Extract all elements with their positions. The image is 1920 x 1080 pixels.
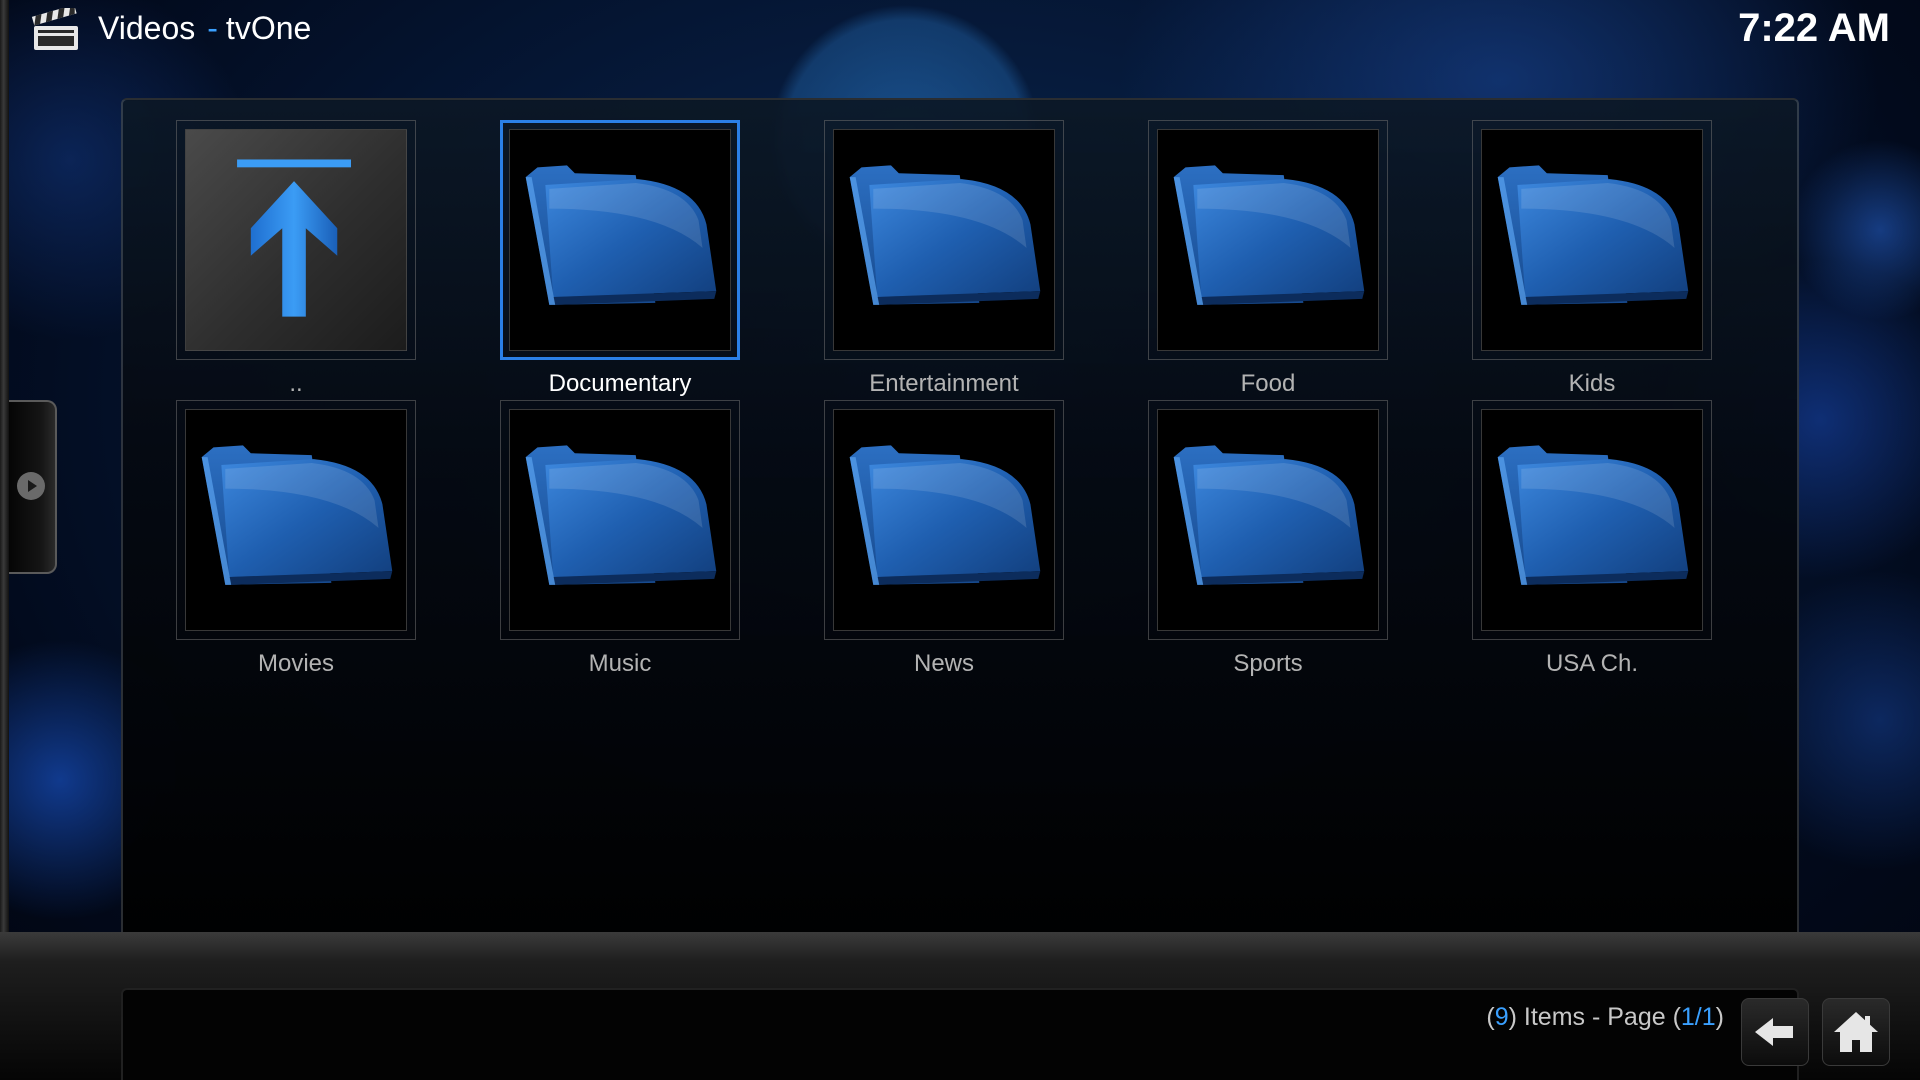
item-thumbnail-inner [833, 129, 1055, 351]
breadcrumb: Videos - tvOne [98, 10, 311, 47]
left-edge-bar [0, 0, 9, 1080]
folder-icon [1497, 445, 1689, 585]
grid-item-parent-folder[interactable]: .. [176, 120, 416, 400]
item-label: Kids [1568, 370, 1616, 397]
clock: 7:22 AM [1738, 6, 1890, 50]
grid-item-folder-usa-ch[interactable]: USA Ch. [1472, 400, 1712, 680]
grid-item-folder-documentary[interactable]: Documentary [500, 120, 740, 400]
item-count-status: (9) Items - Page (1/1) [1486, 1003, 1724, 1032]
header: Videos - tvOne 7:22 AM [0, 0, 1920, 64]
folder-icon [1173, 165, 1365, 305]
grid-item-folder-food[interactable]: Food [1148, 120, 1388, 400]
back-button[interactable] [1741, 998, 1809, 1066]
item-thumbnail [1148, 120, 1388, 360]
item-thumbnail [824, 400, 1064, 640]
item-label: Music [588, 650, 652, 677]
item-thumbnail [824, 120, 1064, 360]
grid-item-folder-entertainment[interactable]: Entertainment [824, 120, 1064, 400]
clapperboard-icon [31, 8, 78, 50]
item-label: .. [289, 370, 303, 397]
status-items-page-text: ) Items - Page ( [1508, 1003, 1681, 1031]
folder-icon [1173, 445, 1365, 585]
item-thumbnail-inner [509, 129, 731, 351]
status-paren-close: ) [1715, 1003, 1724, 1031]
item-label: Documentary [548, 370, 692, 397]
item-thumbnail [1472, 120, 1712, 360]
side-menu-arrow-icon [17, 472, 45, 500]
item-thumbnail-inner [1157, 129, 1379, 351]
item-label: USA Ch. [1545, 650, 1639, 677]
item-label: Sports [1233, 650, 1303, 677]
folder-icon [525, 165, 717, 305]
home-icon [1834, 1012, 1878, 1052]
grid-item-folder-kids[interactable]: Kids [1472, 120, 1712, 400]
folder-icon [201, 445, 393, 585]
item-thumbnail [1472, 400, 1712, 640]
folder-icon [1497, 165, 1689, 305]
grid-item-folder-news[interactable]: News [824, 400, 1064, 680]
item-label: Movies [257, 650, 335, 677]
item-label: Entertainment [869, 370, 1019, 397]
kodi-video-browser: Videos - tvOne 7:22 AM .. Documentary Entert… [0, 0, 1920, 1080]
item-thumbnail [176, 400, 416, 640]
back-arrow-icon [1755, 1018, 1793, 1046]
breadcrumb-separator: - [207, 10, 218, 46]
item-count: 9 [1494, 1003, 1509, 1031]
footer-panel [121, 988, 1799, 1080]
item-thumbnail-inner [509, 409, 731, 631]
folder-icon [525, 445, 717, 585]
breadcrumb-source: tvOne [225, 10, 312, 46]
status-paren-open: ( [1486, 1003, 1495, 1031]
page-indicator: 1/1 [1680, 1003, 1716, 1031]
grid-item-folder-music[interactable]: Music [500, 400, 740, 680]
folder-icon [849, 165, 1041, 305]
grid-item-folder-sports[interactable]: Sports [1148, 400, 1388, 680]
home-button[interactable] [1822, 998, 1890, 1066]
item-thumbnail [500, 400, 740, 640]
item-thumbnail-inner [185, 129, 407, 351]
side-menu-tab[interactable] [9, 400, 57, 574]
item-thumbnail-inner [185, 409, 407, 631]
folder-icon [849, 445, 1041, 585]
item-label: Food [1240, 370, 1296, 397]
item-thumbnail [1148, 400, 1388, 640]
breadcrumb-section: Videos [98, 10, 196, 46]
item-thumbnail-inner [1481, 409, 1703, 631]
grid-item-folder-movies[interactable]: Movies [176, 400, 416, 680]
item-thumbnail [500, 120, 740, 360]
item-thumbnail [176, 120, 416, 360]
item-thumbnail-inner [1481, 129, 1703, 351]
item-thumbnail-inner [833, 409, 1055, 631]
item-label: News [913, 650, 974, 677]
parent-folder-up-arrow-icon [237, 159, 351, 317]
item-thumbnail-inner [1157, 409, 1379, 631]
